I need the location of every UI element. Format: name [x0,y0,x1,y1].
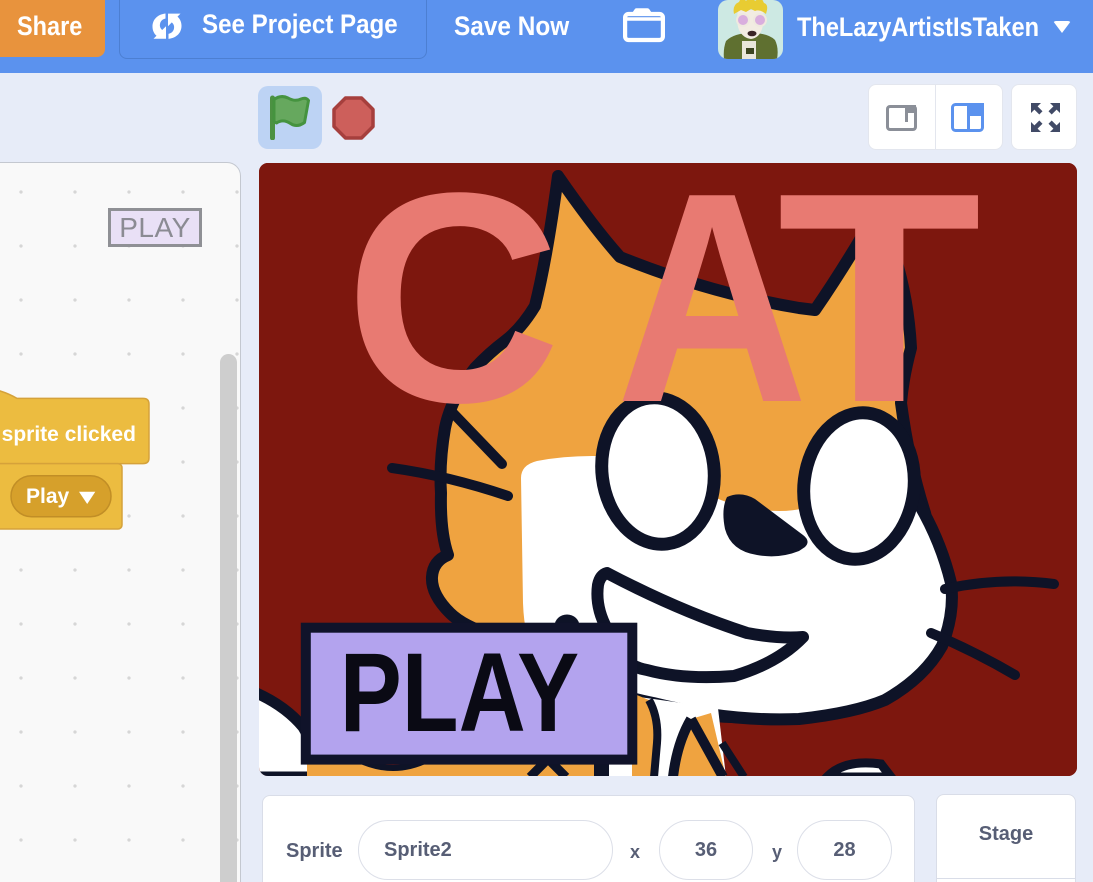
svg-text:T: T [777,163,982,465]
svg-text:C: C [345,163,561,465]
svg-text:when this sprite clicked: when this sprite clicked [0,423,136,446]
svg-text:Play: Play [26,485,70,508]
svg-text:PLAY: PLAY [340,630,579,755]
